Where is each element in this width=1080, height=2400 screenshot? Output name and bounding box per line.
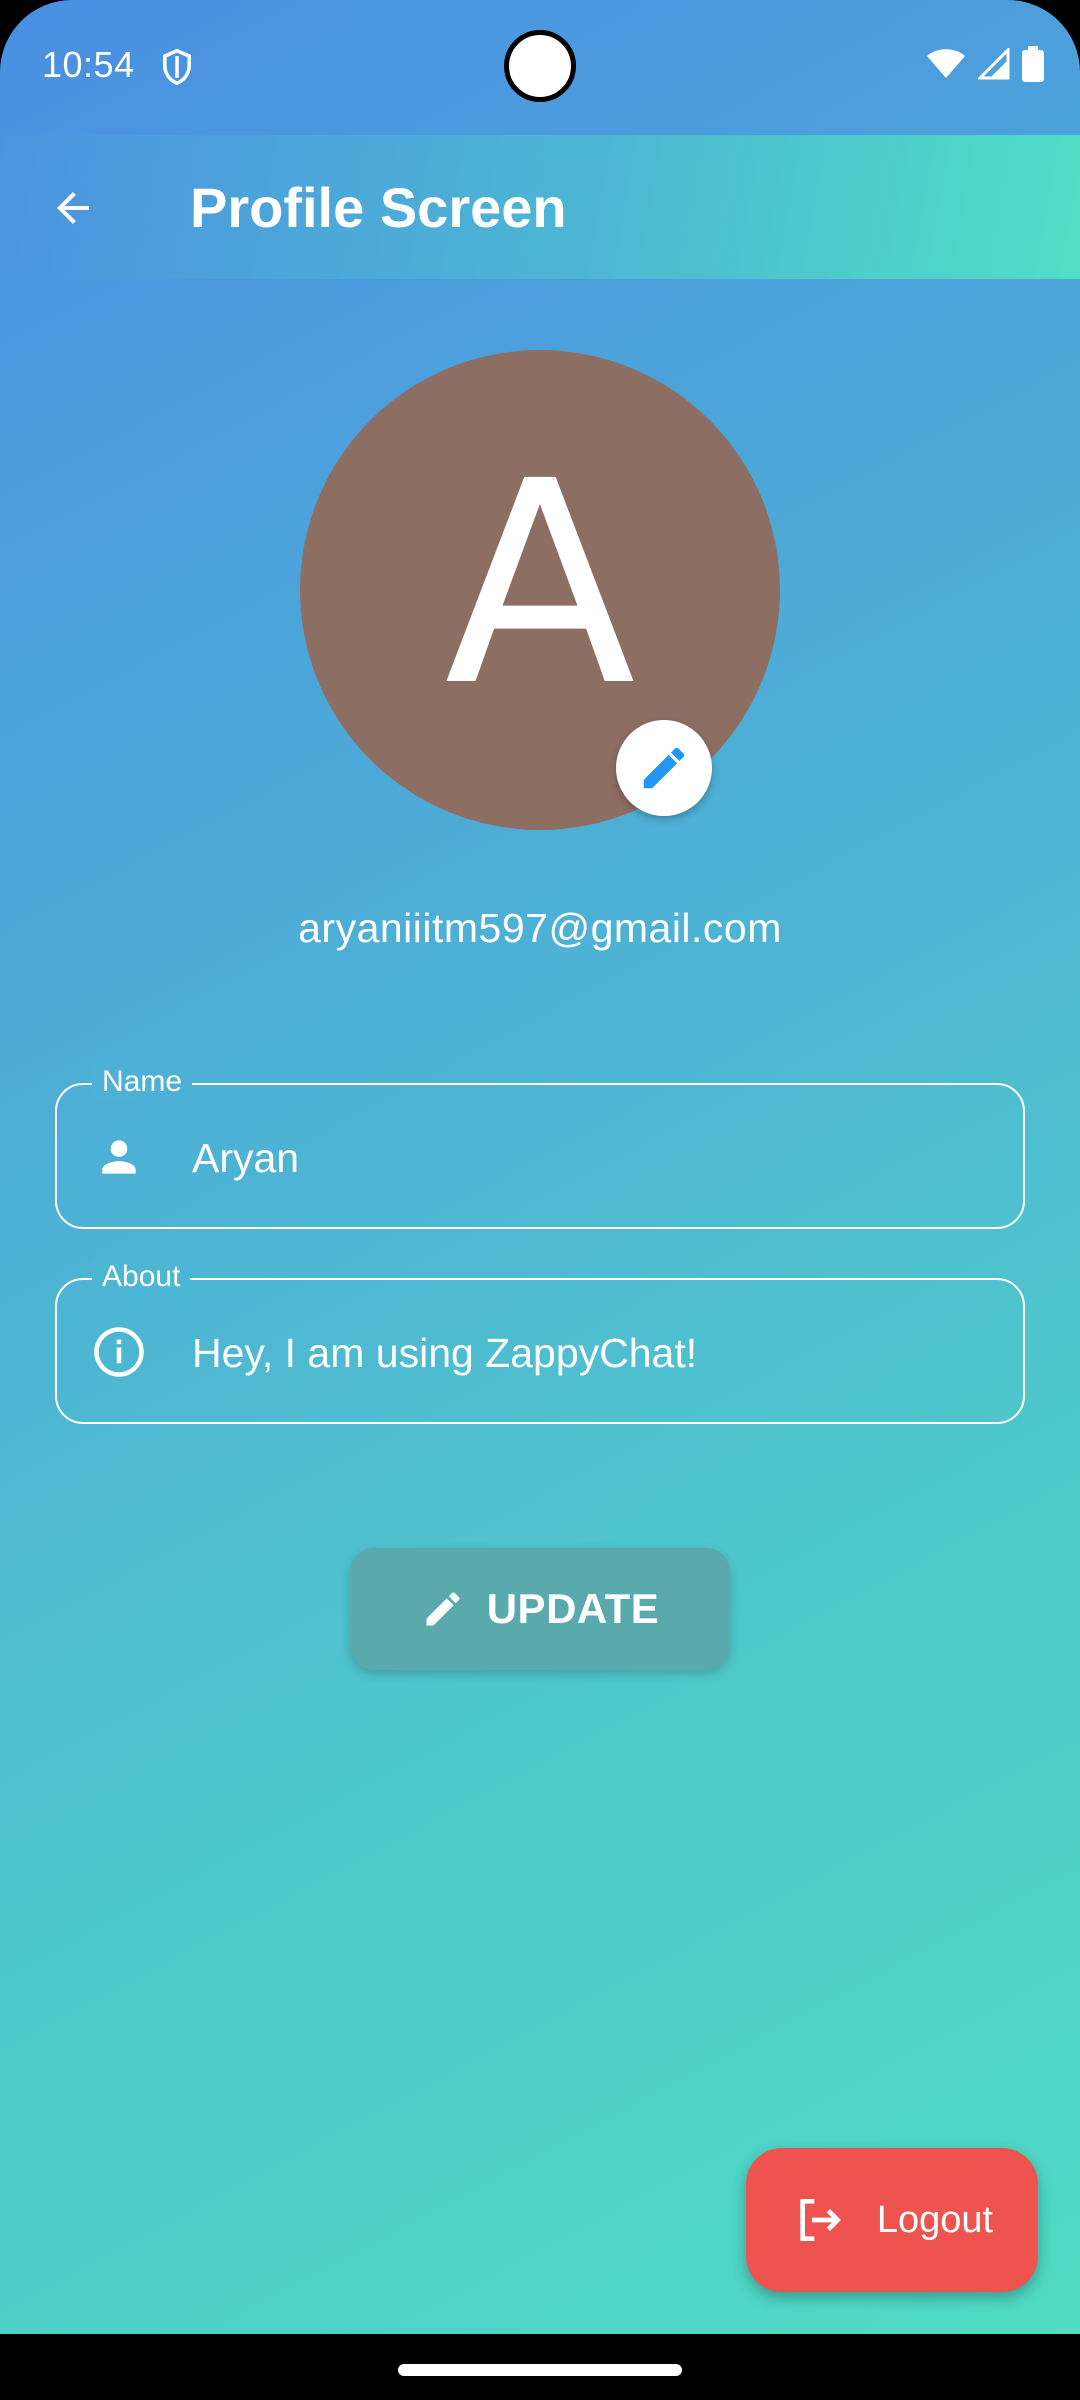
shield-icon bbox=[163, 48, 191, 86]
home-indicator[interactable] bbox=[398, 2364, 682, 2376]
logout-icon bbox=[800, 2199, 841, 2241]
page-title: Profile Screen bbox=[190, 176, 567, 239]
about-field-label: About bbox=[92, 1258, 191, 1296]
profile-screen: 10:54 Profile Screen A aryaniiitm597@gma… bbox=[0, 0, 1080, 2334]
app-bar: Profile Screen bbox=[0, 135, 1080, 279]
info-icon bbox=[91, 1324, 147, 1380]
wifi-icon bbox=[927, 49, 965, 78]
battery-icon bbox=[1022, 46, 1044, 82]
pencil-icon bbox=[426, 1592, 460, 1626]
name-input[interactable]: Aryan bbox=[192, 1133, 299, 1183]
update-button-label: UPDATE bbox=[486, 1585, 660, 1632]
logout-button-label: Logout bbox=[876, 2198, 994, 2241]
person-icon bbox=[91, 1129, 147, 1185]
user-email: aryaniiitm597@gmail.com bbox=[298, 905, 782, 951]
back-button[interactable] bbox=[38, 173, 108, 243]
pencil-icon bbox=[643, 747, 685, 789]
status-time: 10:54 bbox=[42, 44, 135, 85]
arrow-back-icon bbox=[57, 192, 89, 224]
camera-cutout bbox=[504, 30, 576, 102]
status-icons bbox=[926, 46, 1044, 82]
name-field[interactable]: Name Aryan bbox=[55, 1063, 1025, 1229]
status-bar: 10:54 bbox=[0, 0, 1080, 135]
avatar-letter: A bbox=[444, 422, 636, 748]
about-field[interactable]: About Hey, I am using ZappyChat! bbox=[55, 1258, 1025, 1424]
edit-avatar-button[interactable] bbox=[616, 720, 712, 816]
about-input[interactable]: Hey, I am using ZappyChat! bbox=[192, 1328, 697, 1378]
logout-button[interactable]: Logout bbox=[746, 2148, 1038, 2292]
navigation-bar bbox=[0, 2334, 1080, 2400]
signal-icon bbox=[978, 48, 1010, 80]
update-button[interactable]: UPDATE bbox=[350, 1548, 730, 1670]
name-field-label: Name bbox=[92, 1063, 193, 1101]
